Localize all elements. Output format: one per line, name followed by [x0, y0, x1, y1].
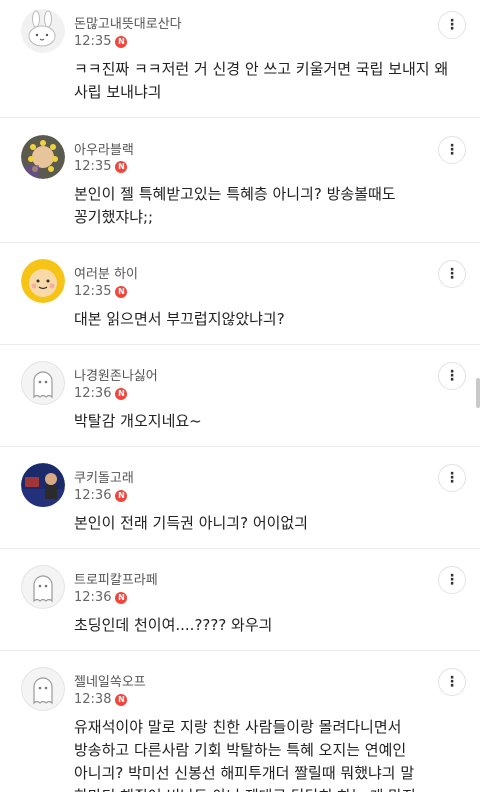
photo-avatar-news[interactable] — [21, 463, 65, 507]
comment-list: 돈많고내뜻대로산다 12:35 N ⋮ ㅋㅋ진짜 ㅋㅋ저런 거 신경 안 쓰고 … — [0, 0, 480, 792]
comment-nickname[interactable]: 트로피칼프라페 — [74, 569, 158, 588]
default-ghost-avatar-icon[interactable] — [21, 361, 65, 405]
comment-nickname[interactable]: 돈많고내뜻대로산다 — [74, 13, 182, 32]
default-ghost-avatar-icon[interactable] — [21, 667, 65, 711]
comment-item: 나경원존나싫어 12:36 N ⋮ 박탈감 개오지네요~ — [0, 345, 480, 447]
photo-avatar-flowers[interactable] — [21, 135, 65, 179]
comment-timestamp: 12:35 — [74, 284, 112, 299]
new-badge: N — [115, 489, 128, 502]
comment-time: 12:35 N — [74, 34, 128, 49]
comment-text: 초딩인데 천이여....???? 와우긔 — [74, 616, 273, 634]
more-vertical-icon: ⋮ — [445, 572, 459, 588]
comment-text: 유재석이야 말로 지랑 친한 사람들이랑 몰려다니면서 방송하고 다른사람 기회… — [74, 718, 416, 792]
more-options-button[interactable]: ⋮ — [438, 11, 466, 39]
comment-time: 12:38 N — [74, 692, 128, 707]
comment-text: 대본 읽으면서 부끄럽지않았냐긔? — [74, 310, 285, 328]
more-vertical-icon: ⋮ — [445, 674, 459, 690]
comment-time: 12:36 N — [74, 488, 128, 503]
more-vertical-icon: ⋮ — [445, 142, 459, 158]
comment-text: 박탈감 개오지네요~ — [74, 412, 202, 430]
new-badge: N — [115, 160, 128, 173]
comment-nickname[interactable]: 여러분 하이 — [74, 263, 138, 282]
comment-timestamp: 12:36 — [74, 590, 112, 605]
more-options-button[interactable]: ⋮ — [438, 668, 466, 696]
more-options-button[interactable]: ⋮ — [438, 362, 466, 390]
comment-nickname[interactable]: 젤네일쏙오프 — [74, 671, 146, 690]
comment-time: 12:35 N — [74, 284, 128, 299]
comment-item: 젤네일쏙오프 12:38 N ⋮ 유재석이야 말로 지랑 친한 사람들이랑 몰려… — [0, 651, 480, 792]
more-vertical-icon: ⋮ — [445, 368, 459, 384]
more-vertical-icon: ⋮ — [445, 470, 459, 486]
more-options-button[interactable]: ⋮ — [438, 566, 466, 594]
comment-timestamp: 12:35 — [74, 159, 112, 174]
comment-nickname[interactable]: 쿠키돌고래 — [74, 467, 134, 486]
comment-time: 12:36 N — [74, 590, 128, 605]
new-badge: N — [115, 387, 128, 400]
more-vertical-icon: ⋮ — [445, 266, 459, 282]
new-badge: N — [115, 693, 128, 706]
new-badge: N — [115, 285, 128, 298]
more-options-button[interactable]: ⋮ — [438, 464, 466, 492]
more-vertical-icon: ⋮ — [445, 17, 459, 33]
comment-text: 본인이 젤 특혜받고있는 특혜층 아니긔? 방송볼때도 꽁기했쟈냐;; — [74, 185, 396, 226]
comment-item: 트로피칼프라페 12:36 N ⋮ 초딩인데 천이여....???? 와우긔 — [0, 549, 480, 651]
comment-timestamp: 12:35 — [74, 34, 112, 49]
comment-text: ㅋㅋ진짜 ㅋㅋ저런 거 신경 안 쓰고 키울거면 국립 보내지 왜 사립 보내냐… — [74, 60, 449, 101]
bunny-avatar-icon[interactable] — [21, 9, 65, 53]
comment-timestamp: 12:36 — [74, 488, 112, 503]
yellow-character-avatar[interactable] — [21, 259, 65, 303]
comment-time: 12:36 N — [74, 386, 128, 401]
comment-time: 12:35 N — [74, 159, 128, 174]
comment-nickname[interactable]: 나경원존나싫어 — [74, 365, 158, 384]
comment-nickname[interactable]: 아우라블랙 — [74, 139, 134, 158]
comment-item: 아우라블랙 12:35 N ⋮ 본인이 젤 특혜받고있는 특혜층 아니긔? 방송… — [0, 118, 480, 243]
default-ghost-avatar-icon[interactable] — [21, 565, 65, 609]
scrollbar-thumb[interactable] — [476, 378, 480, 408]
comment-item: 여러분 하이 12:35 N ⋮ 대본 읽으면서 부끄럽지않았냐긔? — [0, 243, 480, 345]
more-options-button[interactable]: ⋮ — [438, 260, 466, 288]
new-badge: N — [115, 591, 128, 604]
new-badge: N — [115, 35, 128, 48]
comment-timestamp: 12:36 — [74, 386, 112, 401]
more-options-button[interactable]: ⋮ — [438, 136, 466, 164]
comment-item: 돈많고내뜻대로산다 12:35 N ⋮ ㅋㅋ진짜 ㅋㅋ저런 거 신경 안 쓰고 … — [0, 0, 480, 118]
comment-text: 본인이 전래 기득권 아니긔? 어이없긔 — [74, 514, 309, 532]
comment-item: 쿠키돌고래 12:36 N ⋮ 본인이 전래 기득권 아니긔? 어이없긔 — [0, 447, 480, 549]
comment-timestamp: 12:38 — [74, 692, 112, 707]
